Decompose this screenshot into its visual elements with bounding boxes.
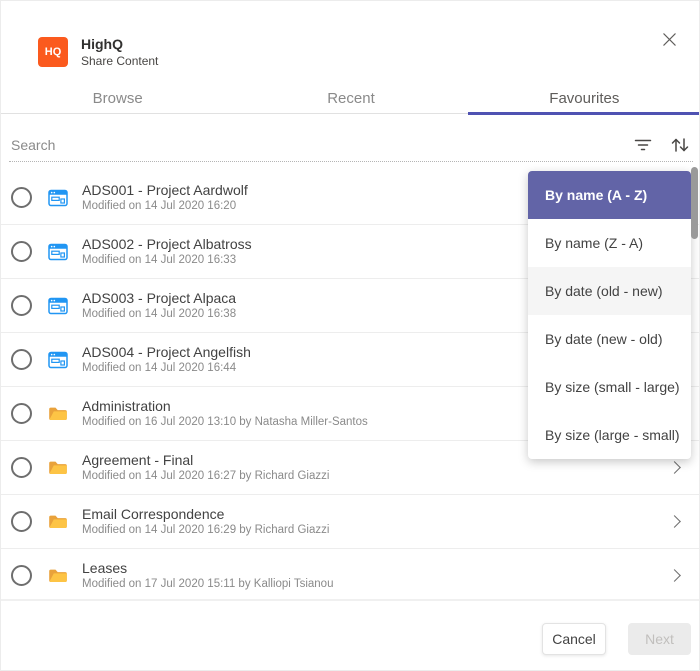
item-meta: Modified on 16 Jul 2020 13:10 by Natasha… xyxy=(82,416,368,428)
sort-option-label: By size (small - large) xyxy=(545,379,680,395)
radio-button[interactable] xyxy=(11,511,32,532)
filter-button[interactable] xyxy=(633,135,653,155)
list-item[interactable]: Email Correspondence Modified on 14 Jul … xyxy=(1,495,699,549)
site-icon xyxy=(48,351,68,368)
sort-option[interactable]: By size (large - small) xyxy=(528,411,691,459)
sort-option-label: By date (new - old) xyxy=(545,331,663,347)
sort-option-label: By date (old - new) xyxy=(545,283,663,299)
highq-logo: HQ xyxy=(38,37,68,67)
sort-menu: By name (A - Z) By name (Z - A) By date … xyxy=(528,171,691,459)
item-meta: Modified on 14 Jul 2020 16:33 xyxy=(82,254,237,266)
app-title: HighQ xyxy=(81,36,123,52)
sort-option-label: By size (large - small) xyxy=(545,427,680,443)
item-title: ADS001 - Project Aardwolf xyxy=(82,182,248,198)
item-meta: Modified on 17 Jul 2020 15:11 by Kalliop… xyxy=(82,578,334,590)
sort-option[interactable]: By name (A - Z) xyxy=(528,171,691,219)
tab-label: Recent xyxy=(327,89,375,107)
tab-label: Favourites xyxy=(549,89,620,107)
sort-button[interactable] xyxy=(669,135,691,155)
folder-icon xyxy=(49,569,67,582)
item-meta: Modified on 14 Jul 2020 16:38 xyxy=(82,308,237,320)
filter-icon xyxy=(634,139,652,150)
highq-logo-text: HQ xyxy=(44,46,62,58)
item-title: ADS003 - Project Alpaca xyxy=(82,290,237,306)
sort-option[interactable]: By date (old - new) xyxy=(528,267,691,315)
cancel-button[interactable]: Cancel xyxy=(542,623,606,655)
radio-button[interactable] xyxy=(11,457,32,478)
sort-arrows-icon xyxy=(671,137,689,152)
search-bar xyxy=(9,128,693,162)
chevron-right-icon[interactable] xyxy=(668,461,681,474)
share-content-dialog: HQ HighQ Share Content Browse Recent Fav… xyxy=(0,0,700,671)
dialog-subtitle: Share Content xyxy=(81,54,159,68)
tab-recent[interactable]: Recent xyxy=(234,83,467,113)
site-icon xyxy=(48,243,68,260)
item-meta: Modified on 14 Jul 2020 16:27 by Richard… xyxy=(82,470,330,482)
radio-button[interactable] xyxy=(11,295,32,316)
tab-favourites[interactable]: Favourites xyxy=(467,83,699,115)
list-item[interactable]: Leases Modified on 17 Jul 2020 15:11 by … xyxy=(1,549,699,601)
scrollbar-thumb[interactable] xyxy=(691,167,698,239)
sort-option-label: By name (Z - A) xyxy=(545,235,644,251)
radio-button[interactable] xyxy=(11,349,32,370)
tab-label: Browse xyxy=(92,89,143,107)
next-button[interactable]: Next xyxy=(628,623,691,655)
close-button[interactable] xyxy=(655,25,683,53)
item-title: Email Correspondence xyxy=(82,506,225,522)
radio-button[interactable] xyxy=(11,403,32,424)
sort-option[interactable]: By date (new - old) xyxy=(528,315,691,363)
item-title: Agreement - Final xyxy=(82,452,194,468)
dialog-footer: Cancel Next xyxy=(1,599,699,670)
tab-bar: Browse Recent Favourites xyxy=(1,83,699,115)
radio-button[interactable] xyxy=(11,241,32,262)
close-icon xyxy=(662,32,676,46)
sort-option[interactable]: By name (Z - A) xyxy=(528,219,691,267)
site-icon xyxy=(48,189,68,206)
item-meta: Modified on 14 Jul 2020 16:29 by Richard… xyxy=(82,524,330,536)
folder-icon xyxy=(49,515,67,528)
item-title: Administration xyxy=(82,398,171,414)
item-title: Leases xyxy=(82,560,128,576)
radio-button[interactable] xyxy=(11,187,32,208)
radio-button[interactable] xyxy=(11,565,32,586)
chevron-right-icon[interactable] xyxy=(668,515,681,528)
folder-icon xyxy=(49,407,67,420)
item-meta: Modified on 14 Jul 2020 16:20 xyxy=(82,200,237,212)
sort-option[interactable]: By size (small - large) xyxy=(528,363,691,411)
site-icon xyxy=(48,297,68,314)
tab-browse[interactable]: Browse xyxy=(1,83,234,113)
item-title: ADS002 - Project Albatross xyxy=(82,236,252,252)
folder-icon xyxy=(49,461,67,474)
item-meta: Modified on 14 Jul 2020 16:44 xyxy=(82,362,237,374)
item-title: ADS004 - Project Angelfish xyxy=(82,344,251,360)
chevron-right-icon[interactable] xyxy=(668,569,681,582)
search-input[interactable] xyxy=(9,136,633,153)
sort-option-label: By name (A - Z) xyxy=(545,187,648,203)
